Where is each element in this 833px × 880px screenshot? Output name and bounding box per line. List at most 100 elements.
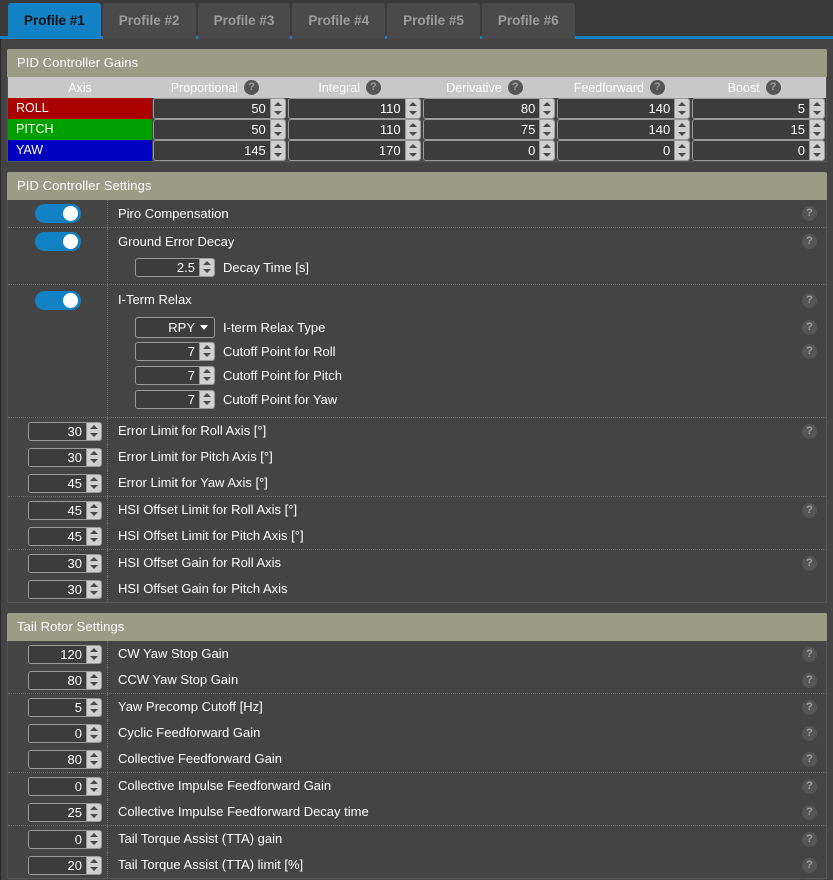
arrow-down-icon[interactable] — [274, 153, 282, 157]
tail-6-spin[interactable] — [86, 804, 101, 821]
limit-5-stepper[interactable]: 30 — [28, 554, 102, 573]
limit-4-stepper[interactable]: 45 — [28, 527, 102, 546]
arrow-down-icon[interactable] — [90, 761, 98, 765]
cutoff-yaw-stepper[interactable]: 7 — [135, 390, 215, 409]
limit-3-value[interactable]: 45 — [29, 502, 86, 519]
tab-profile-2[interactable]: Profile #2 — [103, 3, 196, 39]
arrow-up-icon[interactable] — [813, 144, 821, 148]
arrow-down-icon[interactable] — [678, 153, 686, 157]
arrow-up-icon[interactable] — [90, 477, 98, 481]
boost-pitch-stepper[interactable]: 15 — [692, 119, 825, 140]
tab-profile-3[interactable]: Profile #3 — [198, 3, 291, 39]
limit-6-stepper[interactable]: 30 — [28, 580, 102, 599]
integral-roll-spin[interactable] — [405, 99, 420, 118]
tail-4-value[interactable]: 80 — [29, 751, 86, 768]
cutoff-pitch-spin[interactable] — [199, 367, 214, 384]
derivative-yaw-value[interactable]: 0 — [424, 141, 540, 160]
help-icon-derivative[interactable]: ? — [508, 80, 523, 95]
tail-4-spin[interactable] — [86, 751, 101, 768]
tail-7-stepper[interactable]: 0 — [28, 830, 102, 849]
integral-roll-stepper[interactable]: 110 — [288, 98, 421, 119]
tail-6-value[interactable]: 25 — [29, 804, 86, 821]
help-icon-proportional[interactable]: ? — [244, 80, 259, 95]
arrow-up-icon[interactable] — [90, 859, 98, 863]
arrow-up-icon[interactable] — [274, 144, 282, 148]
arrow-down-icon[interactable] — [274, 111, 282, 115]
arrow-down-icon[interactable] — [90, 841, 98, 845]
limit-0-spin[interactable] — [86, 423, 101, 440]
tail-2-stepper[interactable]: 5 — [28, 698, 102, 717]
help-icon-limit-5[interactable]: ? — [802, 556, 817, 571]
tail-0-stepper[interactable]: 120 — [28, 645, 102, 664]
feedforward-yaw-value[interactable]: 0 — [558, 141, 674, 160]
arrow-up-icon[interactable] — [274, 123, 282, 127]
tail-1-spin[interactable] — [86, 672, 101, 689]
cutoff-pitch-stepper[interactable]: 7 — [135, 366, 215, 385]
help-icon-iterm-relax-type[interactable]: ? — [802, 320, 817, 335]
profile-tab-bar[interactable]: Profile #1Profile #2Profile #3Profile #4… — [0, 0, 833, 39]
arrow-up-icon[interactable] — [409, 123, 417, 127]
proportional-roll-spin[interactable] — [270, 99, 285, 118]
feedforward-pitch-stepper[interactable]: 140 — [557, 119, 690, 140]
arrow-down-icon[interactable] — [409, 132, 417, 136]
arrow-up-icon[interactable] — [90, 674, 98, 678]
tail-5-value[interactable]: 0 — [29, 778, 86, 795]
help-icon-integral[interactable]: ? — [366, 80, 381, 95]
limit-1-spin[interactable] — [86, 449, 101, 466]
derivative-yaw-spin[interactable] — [539, 141, 554, 160]
arrow-up-icon[interactable] — [678, 102, 686, 106]
arrow-up-icon[interactable] — [678, 144, 686, 148]
arrow-up-icon[interactable] — [90, 557, 98, 561]
feedforward-roll-stepper[interactable]: 140 — [557, 98, 690, 119]
decay-time-stepper[interactable]: 2.5 — [135, 258, 215, 277]
integral-pitch-stepper[interactable]: 110 — [288, 119, 421, 140]
arrow-down-icon[interactable] — [543, 153, 551, 157]
limit-1-value[interactable]: 30 — [29, 449, 86, 466]
tail-8-stepper[interactable]: 20 — [28, 856, 102, 875]
toggle-piro-compensation[interactable] — [35, 204, 81, 223]
arrow-up-icon[interactable] — [203, 345, 211, 349]
arrow-down-icon[interactable] — [203, 401, 211, 405]
arrow-down-icon[interactable] — [90, 433, 98, 437]
help-icon-tail-2[interactable]: ? — [802, 700, 817, 715]
feedforward-roll-value[interactable]: 140 — [558, 99, 674, 118]
decay-time-value[interactable]: 2.5 — [136, 259, 199, 276]
arrow-down-icon[interactable] — [90, 459, 98, 463]
arrow-up-icon[interactable] — [90, 648, 98, 652]
feedforward-pitch-spin[interactable] — [674, 120, 689, 139]
help-icon-tail-8[interactable]: ? — [802, 858, 817, 873]
help-icon-tail-6[interactable]: ? — [802, 805, 817, 820]
arrow-down-icon[interactable] — [90, 682, 98, 686]
arrow-up-icon[interactable] — [203, 393, 211, 397]
cutoff-pitch-value[interactable]: 7 — [136, 367, 199, 384]
limit-4-spin[interactable] — [86, 528, 101, 545]
arrow-up-icon[interactable] — [90, 701, 98, 705]
help-icon-iterm-relax[interactable]: ? — [802, 293, 817, 308]
integral-yaw-value[interactable]: 170 — [289, 141, 405, 160]
cutoff-yaw-spin[interactable] — [199, 391, 214, 408]
boost-pitch-spin[interactable] — [809, 120, 824, 139]
arrow-down-icon[interactable] — [90, 709, 98, 713]
arrow-up-icon[interactable] — [203, 261, 211, 265]
arrow-up-icon[interactable] — [813, 123, 821, 127]
help-icon-feedforward[interactable]: ? — [650, 80, 665, 95]
arrow-up-icon[interactable] — [90, 753, 98, 757]
derivative-roll-stepper[interactable]: 80 — [423, 98, 556, 119]
arrow-down-icon[interactable] — [409, 153, 417, 157]
arrow-up-icon[interactable] — [90, 451, 98, 455]
tail-7-spin[interactable] — [86, 831, 101, 848]
feedforward-roll-spin[interactable] — [674, 99, 689, 118]
arrow-down-icon[interactable] — [203, 377, 211, 381]
derivative-pitch-spin[interactable] — [539, 120, 554, 139]
tail-5-spin[interactable] — [86, 778, 101, 795]
tail-0-value[interactable]: 120 — [29, 646, 86, 663]
arrow-down-icon[interactable] — [90, 656, 98, 660]
help-icon-tail-4[interactable]: ? — [802, 752, 817, 767]
arrow-up-icon[interactable] — [90, 833, 98, 837]
tab-profile-5[interactable]: Profile #5 — [387, 3, 480, 39]
integral-yaw-spin[interactable] — [405, 141, 420, 160]
arrow-up-icon[interactable] — [543, 102, 551, 106]
arrow-down-icon[interactable] — [813, 111, 821, 115]
help-icon-cutoff-roll[interactable]: ? — [802, 344, 817, 359]
arrow-up-icon[interactable] — [678, 123, 686, 127]
